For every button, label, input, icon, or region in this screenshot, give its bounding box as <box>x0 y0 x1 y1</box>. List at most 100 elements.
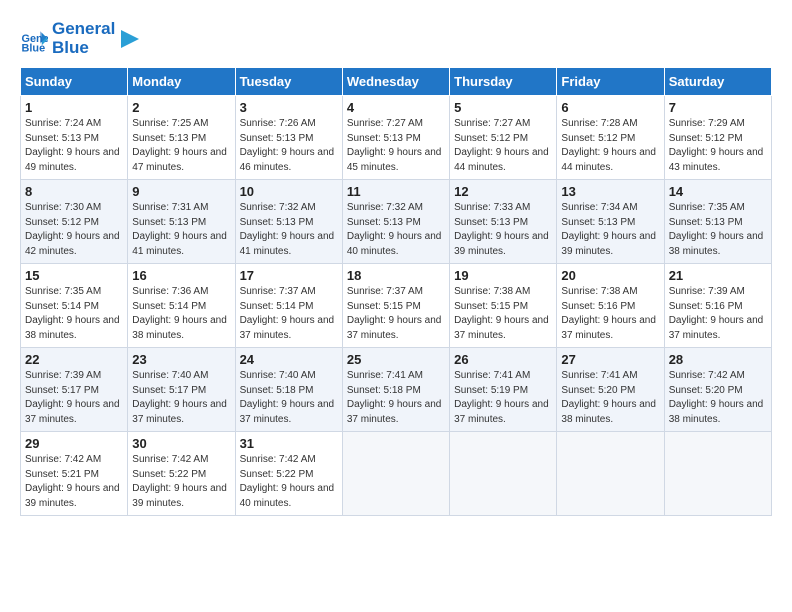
day-info: Sunrise: 7:26 AMSunset: 5:13 PMDaylight:… <box>240 118 335 173</box>
day-info: Sunrise: 7:27 AMSunset: 5:13 PMDaylight:… <box>347 118 442 173</box>
day-info: Sunrise: 7:27 AMSunset: 5:12 PMDaylight:… <box>454 118 549 173</box>
calendar-day-cell: 29 Sunrise: 7:42 AMSunset: 5:21 PMDaylig… <box>21 432 128 516</box>
calendar-day-cell: 16 Sunrise: 7:36 AMSunset: 5:14 PMDaylig… <box>128 264 235 348</box>
calendar-day-cell: 10 Sunrise: 7:32 AMSunset: 5:13 PMDaylig… <box>235 180 342 264</box>
logo-icon: General Blue <box>20 25 48 53</box>
calendar-day-cell: 8 Sunrise: 7:30 AMSunset: 5:12 PMDayligh… <box>21 180 128 264</box>
day-number: 29 <box>25 436 123 451</box>
day-number: 2 <box>132 100 230 115</box>
calendar-day-cell: 13 Sunrise: 7:34 AMSunset: 5:13 PMDaylig… <box>557 180 664 264</box>
day-number: 17 <box>240 268 338 283</box>
day-info: Sunrise: 7:40 AMSunset: 5:17 PMDaylight:… <box>132 370 227 425</box>
day-number: 20 <box>561 268 659 283</box>
calendar-day-cell: 28 Sunrise: 7:42 AMSunset: 5:20 PMDaylig… <box>664 348 771 432</box>
day-info: Sunrise: 7:40 AMSunset: 5:18 PMDaylight:… <box>240 370 335 425</box>
calendar-day-cell: 11 Sunrise: 7:32 AMSunset: 5:13 PMDaylig… <box>342 180 449 264</box>
logo-general: General <box>52 20 115 39</box>
day-info: Sunrise: 7:35 AMSunset: 5:13 PMDaylight:… <box>669 202 764 257</box>
day-info: Sunrise: 7:35 AMSunset: 5:14 PMDaylight:… <box>25 286 120 341</box>
calendar-day-cell: 18 Sunrise: 7:37 AMSunset: 5:15 PMDaylig… <box>342 264 449 348</box>
day-info: Sunrise: 7:37 AMSunset: 5:15 PMDaylight:… <box>347 286 442 341</box>
calendar-day-cell: 20 Sunrise: 7:38 AMSunset: 5:16 PMDaylig… <box>557 264 664 348</box>
empty-cell <box>664 432 771 516</box>
day-number: 10 <box>240 184 338 199</box>
day-info: Sunrise: 7:39 AMSunset: 5:17 PMDaylight:… <box>25 370 120 425</box>
day-info: Sunrise: 7:33 AMSunset: 5:13 PMDaylight:… <box>454 202 549 257</box>
calendar-day-cell: 4 Sunrise: 7:27 AMSunset: 5:13 PMDayligh… <box>342 96 449 180</box>
logo-blue: Blue <box>52 39 115 58</box>
day-info: Sunrise: 7:41 AMSunset: 5:18 PMDaylight:… <box>347 370 442 425</box>
calendar-week: 22 Sunrise: 7:39 AMSunset: 5:17 PMDaylig… <box>21 348 772 432</box>
day-number: 6 <box>561 100 659 115</box>
calendar-week: 1 Sunrise: 7:24 AMSunset: 5:13 PMDayligh… <box>21 96 772 180</box>
day-number: 28 <box>669 352 767 367</box>
day-info: Sunrise: 7:42 AMSunset: 5:20 PMDaylight:… <box>669 370 764 425</box>
day-info: Sunrise: 7:42 AMSunset: 5:22 PMDaylight:… <box>240 454 335 509</box>
day-number: 19 <box>454 268 552 283</box>
day-info: Sunrise: 7:41 AMSunset: 5:20 PMDaylight:… <box>561 370 656 425</box>
day-of-week-wednesday: Wednesday <box>342 68 449 96</box>
day-number: 5 <box>454 100 552 115</box>
day-number: 24 <box>240 352 338 367</box>
day-info: Sunrise: 7:37 AMSunset: 5:14 PMDaylight:… <box>240 286 335 341</box>
day-number: 3 <box>240 100 338 115</box>
day-number: 25 <box>347 352 445 367</box>
day-info: Sunrise: 7:32 AMSunset: 5:13 PMDaylight:… <box>240 202 335 257</box>
day-of-week-friday: Friday <box>557 68 664 96</box>
day-number: 22 <box>25 352 123 367</box>
calendar-day-cell: 2 Sunrise: 7:25 AMSunset: 5:13 PMDayligh… <box>128 96 235 180</box>
empty-cell <box>342 432 449 516</box>
day-info: Sunrise: 7:41 AMSunset: 5:19 PMDaylight:… <box>454 370 549 425</box>
day-info: Sunrise: 7:25 AMSunset: 5:13 PMDaylight:… <box>132 118 227 173</box>
day-number: 23 <box>132 352 230 367</box>
day-of-week-tuesday: Tuesday <box>235 68 342 96</box>
day-number: 1 <box>25 100 123 115</box>
day-info: Sunrise: 7:32 AMSunset: 5:13 PMDaylight:… <box>347 202 442 257</box>
day-of-week-saturday: Saturday <box>664 68 771 96</box>
day-info: Sunrise: 7:31 AMSunset: 5:13 PMDaylight:… <box>132 202 227 257</box>
empty-cell <box>450 432 557 516</box>
day-number: 21 <box>669 268 767 283</box>
calendar-day-cell: 21 Sunrise: 7:39 AMSunset: 5:16 PMDaylig… <box>664 264 771 348</box>
day-info: Sunrise: 7:30 AMSunset: 5:12 PMDaylight:… <box>25 202 120 257</box>
calendar-day-cell: 1 Sunrise: 7:24 AMSunset: 5:13 PMDayligh… <box>21 96 128 180</box>
day-number: 30 <box>132 436 230 451</box>
day-number: 4 <box>347 100 445 115</box>
logo: General Blue General Blue <box>20 20 141 57</box>
calendar-header: SundayMondayTuesdayWednesdayThursdayFrid… <box>21 68 772 96</box>
day-number: 16 <box>132 268 230 283</box>
day-info: Sunrise: 7:38 AMSunset: 5:15 PMDaylight:… <box>454 286 549 341</box>
day-of-week-monday: Monday <box>128 68 235 96</box>
day-of-week-thursday: Thursday <box>450 68 557 96</box>
day-info: Sunrise: 7:42 AMSunset: 5:21 PMDaylight:… <box>25 454 120 509</box>
day-number: 7 <box>669 100 767 115</box>
day-info: Sunrise: 7:39 AMSunset: 5:16 PMDaylight:… <box>669 286 764 341</box>
day-number: 27 <box>561 352 659 367</box>
page-header: General Blue General Blue <box>20 20 772 57</box>
day-number: 15 <box>25 268 123 283</box>
day-number: 11 <box>347 184 445 199</box>
calendar-week: 29 Sunrise: 7:42 AMSunset: 5:21 PMDaylig… <box>21 432 772 516</box>
day-number: 13 <box>561 184 659 199</box>
calendar-day-cell: 15 Sunrise: 7:35 AMSunset: 5:14 PMDaylig… <box>21 264 128 348</box>
day-number: 8 <box>25 184 123 199</box>
calendar-day-cell: 30 Sunrise: 7:42 AMSunset: 5:22 PMDaylig… <box>128 432 235 516</box>
calendar-day-cell: 17 Sunrise: 7:37 AMSunset: 5:14 PMDaylig… <box>235 264 342 348</box>
svg-text:Blue: Blue <box>22 42 46 53</box>
calendar-day-cell: 26 Sunrise: 7:41 AMSunset: 5:19 PMDaylig… <box>450 348 557 432</box>
day-number: 18 <box>347 268 445 283</box>
logo-arrow-icon <box>119 28 141 50</box>
calendar-week: 8 Sunrise: 7:30 AMSunset: 5:12 PMDayligh… <box>21 180 772 264</box>
day-info: Sunrise: 7:36 AMSunset: 5:14 PMDaylight:… <box>132 286 227 341</box>
day-number: 12 <box>454 184 552 199</box>
day-info: Sunrise: 7:24 AMSunset: 5:13 PMDaylight:… <box>25 118 120 173</box>
day-info: Sunrise: 7:34 AMSunset: 5:13 PMDaylight:… <box>561 202 656 257</box>
day-of-week-sunday: Sunday <box>21 68 128 96</box>
day-number: 9 <box>132 184 230 199</box>
calendar-day-cell: 25 Sunrise: 7:41 AMSunset: 5:18 PMDaylig… <box>342 348 449 432</box>
empty-cell <box>557 432 664 516</box>
calendar-day-cell: 9 Sunrise: 7:31 AMSunset: 5:13 PMDayligh… <box>128 180 235 264</box>
calendar-day-cell: 22 Sunrise: 7:39 AMSunset: 5:17 PMDaylig… <box>21 348 128 432</box>
calendar-day-cell: 24 Sunrise: 7:40 AMSunset: 5:18 PMDaylig… <box>235 348 342 432</box>
day-info: Sunrise: 7:29 AMSunset: 5:12 PMDaylight:… <box>669 118 764 173</box>
